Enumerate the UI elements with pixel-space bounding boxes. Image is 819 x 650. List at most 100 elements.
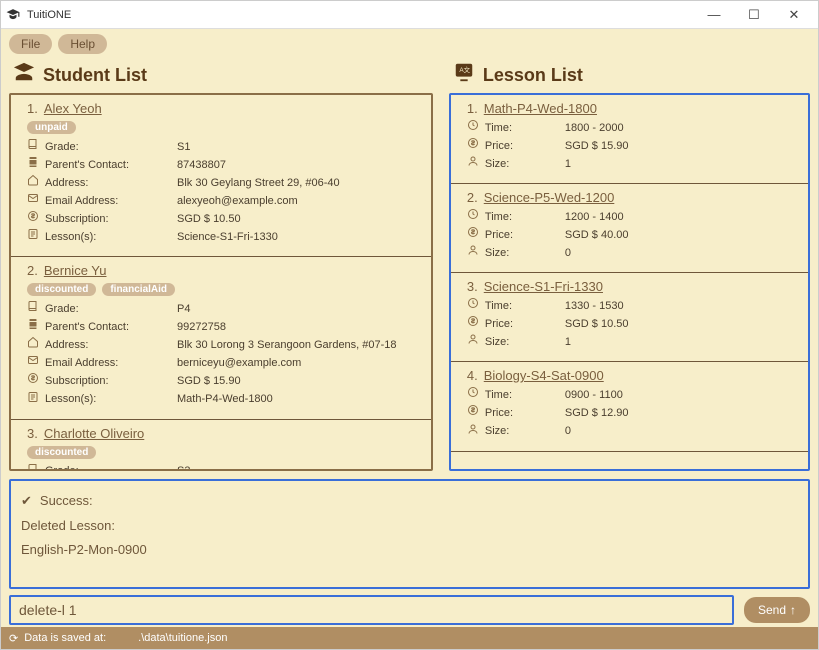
app-icon [5, 7, 21, 23]
menu-help[interactable]: Help [58, 34, 107, 54]
time-value: 1200 - 1400 [565, 209, 798, 226]
size-value: 1 [565, 334, 798, 351]
list-icon [27, 391, 45, 409]
grade-label: Grade: [45, 463, 177, 469]
size-label: Size: [485, 245, 565, 262]
price-value: SGD $ 12.90 [565, 405, 798, 422]
student-tag: financialAid [102, 283, 175, 296]
parent-contact-label: Parent's Contact: [45, 157, 177, 174]
time-value: 1330 - 1530 [565, 298, 798, 315]
subscription-label: Subscription: [45, 373, 177, 390]
price-value: SGD $ 15.90 [565, 138, 798, 155]
lesson-card[interactable]: 1. Math-P4-Wed-1800 Time:1800 - 2000 Pri… [451, 95, 808, 184]
close-button[interactable]: ✕ [774, 2, 814, 28]
time-value: 0900 - 1100 [565, 387, 798, 404]
student-tag: discounted [27, 283, 96, 296]
student-index: 1. [27, 101, 38, 116]
mail-icon [27, 192, 45, 210]
minimize-button[interactable]: — [694, 2, 734, 28]
dollar-icon [467, 226, 485, 244]
student-tags: discounted financialAid [27, 283, 421, 296]
menu-file[interactable]: File [9, 34, 52, 54]
student-tags: unpaid [27, 121, 421, 134]
statusbar: ⟳ Data is saved at: .\data\tuitione.json [1, 627, 818, 649]
parent-contact-label: Parent's Contact: [45, 319, 177, 336]
grade-label: Grade: [45, 301, 177, 318]
price-label: Price: [485, 227, 565, 244]
svg-text:A文: A文 [459, 65, 470, 74]
send-button[interactable]: Send ↑ [744, 597, 810, 623]
lesson-index: 3. [467, 279, 478, 294]
maximize-button[interactable]: ☐ [734, 2, 774, 28]
student-card[interactable]: 2. Bernice Yu discountedfinancialAid Gra… [11, 257, 431, 419]
lesson-name: Biology-S4-Sat-0900 [484, 368, 604, 383]
email-label: Email Address: [45, 355, 177, 372]
time-label: Time: [485, 387, 565, 404]
student-index: 3. [27, 426, 38, 441]
phone-icon [27, 156, 45, 174]
subscription-label: Subscription: [45, 211, 177, 228]
size-label: Size: [485, 156, 565, 173]
price-label: Price: [485, 316, 565, 333]
home-icon [27, 336, 45, 354]
lesson-index: 4. [467, 368, 478, 383]
address-value: Blk 30 Geylang Street 29, #06-40 [177, 175, 421, 192]
student-tags: discounted [27, 446, 421, 459]
subscription-value: SGD $ 15.90 [177, 373, 421, 390]
student-icon [13, 61, 35, 89]
student-list-scroll[interactable]: 1. Alex Yeoh unpaid Grade: S1 Parent's Co… [11, 95, 431, 469]
address-label: Address: [45, 175, 177, 192]
lessons-label: Lesson(s): [45, 229, 177, 246]
menubar: File Help [1, 29, 818, 59]
send-button-label: Send [758, 603, 786, 617]
lesson-card[interactable]: 4. Biology-S4-Sat-0900 Time:0900 - 1100 … [451, 362, 808, 451]
email-label: Email Address: [45, 193, 177, 210]
user-icon [467, 423, 485, 441]
window-controls: — ☐ ✕ [694, 2, 814, 28]
book-icon [27, 300, 45, 318]
command-input[interactable] [9, 595, 734, 625]
dollar-icon [467, 404, 485, 422]
book-icon [27, 138, 45, 156]
lesson-name: Science-S1-Fri-1330 [484, 279, 603, 294]
price-label: Price: [485, 138, 565, 155]
lessons-label: Lesson(s): [45, 391, 177, 408]
size-value: 1 [565, 156, 798, 173]
address-label: Address: [45, 337, 177, 354]
student-list-panel: 1. Alex Yeoh unpaid Grade: S1 Parent's Co… [9, 93, 433, 471]
user-icon [467, 244, 485, 262]
parent-contact-value: 99272758 [177, 319, 421, 336]
lesson-index: 2. [467, 190, 478, 205]
size-label: Size: [485, 423, 565, 440]
app-title: TuitiONE [27, 9, 694, 21]
price-label: Price: [485, 405, 565, 422]
student-card[interactable]: 3. Charlotte Oliveiro discounted Grade:S… [11, 420, 431, 469]
statusbar-path: .\data\tuitione.json [138, 632, 227, 644]
student-column: Student List 1. Alex Yeoh unpaid Grade:S… [9, 59, 433, 471]
titlebar: TuitiONE — ☐ ✕ [1, 1, 818, 29]
time-label: Time: [485, 298, 565, 315]
clock-icon [467, 386, 485, 404]
size-value: 0 [565, 245, 798, 262]
student-tag: discounted [27, 446, 96, 459]
student-name: Alex Yeoh [44, 101, 102, 116]
lesson-card[interactable]: 3. Science-S1-Fri-1330 Time:1330 - 1530 … [451, 273, 808, 362]
clock-icon [467, 119, 485, 137]
lesson-card[interactable]: 2. Science-P5-Wed-1200 Time:1200 - 1400 … [451, 184, 808, 273]
subscription-value: SGD $ 10.50 [177, 211, 421, 228]
student-tag: unpaid [27, 121, 76, 134]
email-value: berniceyu@example.com [177, 355, 421, 372]
student-list-title: Student List [43, 65, 147, 86]
grade-value: S1 [177, 139, 421, 156]
lesson-icon: A文 [453, 61, 475, 89]
lesson-list-scroll[interactable]: 1. Math-P4-Wed-1800 Time:1800 - 2000 Pri… [451, 95, 808, 469]
lesson-name: Math-P4-Wed-1800 [484, 101, 597, 116]
student-card[interactable]: 1. Alex Yeoh unpaid Grade:S1 Parent's Co… [11, 95, 431, 257]
lesson-name: Science-P5-Wed-1200 [484, 190, 615, 205]
dollar-icon [27, 210, 45, 228]
status-line-1: Deleted Lesson: [21, 514, 798, 539]
mail-icon [27, 354, 45, 372]
dollar-icon [467, 315, 485, 333]
student-name: Charlotte Oliveiro [44, 426, 144, 441]
grade-value: S3 [177, 463, 421, 469]
